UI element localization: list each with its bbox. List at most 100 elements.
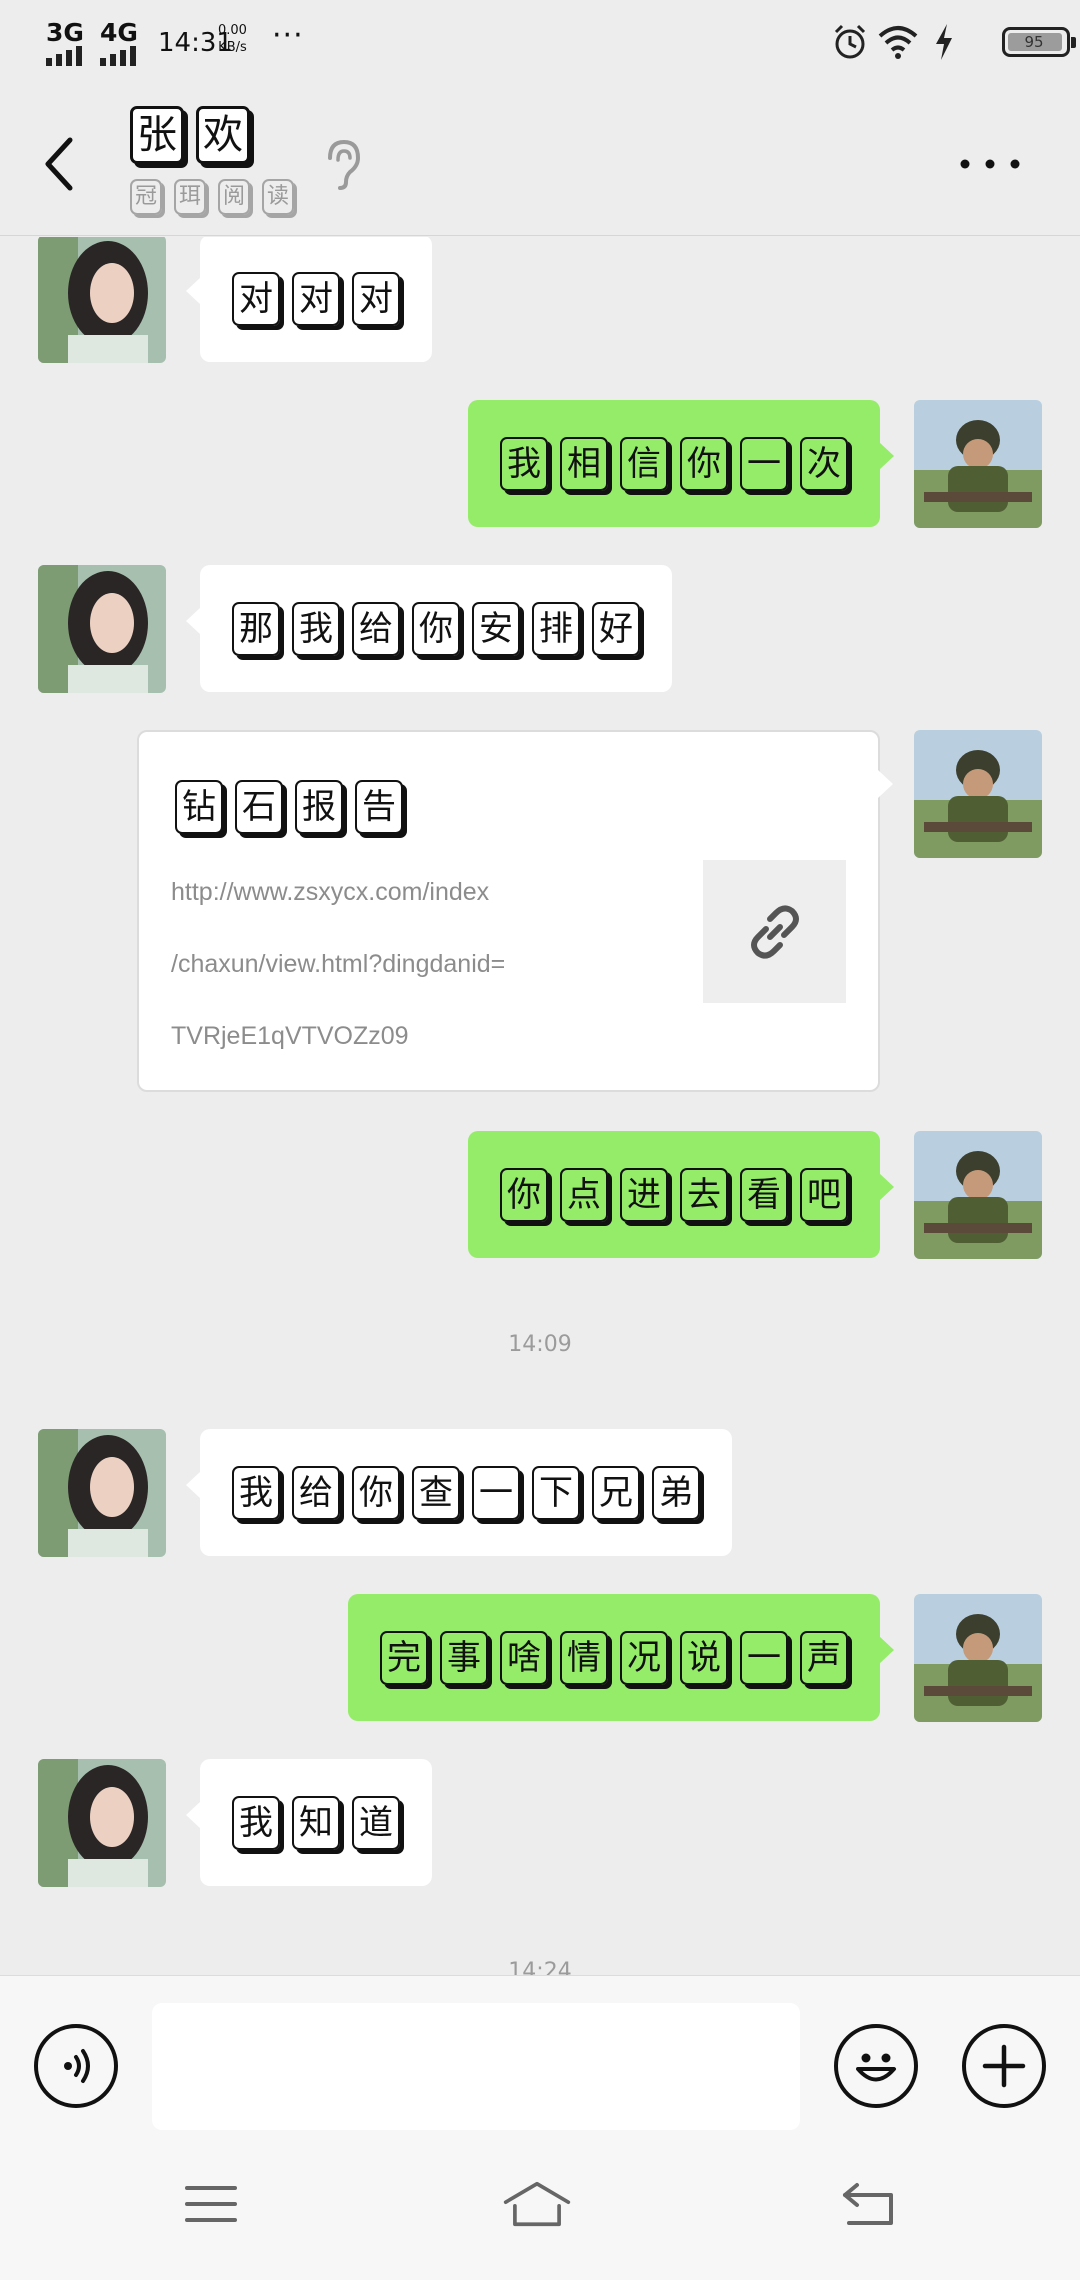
home-button[interactable] [502, 2174, 572, 2234]
input-bar [0, 1975, 1080, 2130]
back-nav-button[interactable] [834, 2174, 904, 2234]
text-tile: 弟 [652, 1465, 700, 1520]
text-tile: 次 [800, 436, 848, 491]
alarm-icon [834, 24, 866, 59]
chat-header: 张欢 冠珥阅读 [0, 84, 1080, 236]
contact-avatar[interactable] [38, 237, 166, 363]
status-bar: 3G 4G 14:31 0.00 KB/s ··· 95 [0, 0, 1080, 84]
voice-icon [64, 2049, 90, 2083]
incoming-message[interactable]: 我知道 [186, 1759, 432, 1886]
text-tile: 查 [412, 1465, 460, 1520]
text-tile: 欢 [196, 106, 250, 164]
text-tile: 那 [232, 601, 280, 656]
outgoing-message[interactable]: 我相信你一次 [468, 400, 894, 527]
message-text: 我相信你一次 [500, 436, 854, 491]
emoji-icon [856, 2053, 896, 2082]
text-tile: 阅 [218, 179, 250, 215]
link-url-line-1: http://www.zsxycx.com/index [171, 878, 490, 906]
network-4g-label: 4G [100, 18, 138, 47]
network-speed-value: 0.00 [218, 23, 247, 38]
network-3g-label: 3G [46, 18, 84, 47]
contact-avatar[interactable] [38, 1759, 166, 1887]
link-card[interactable]: 钻石报告 http://www.zsxycx.com/index /chaxun… [137, 730, 893, 1092]
text-tile: 况 [620, 1630, 668, 1685]
contact-name[interactable]: 张欢 [130, 106, 256, 164]
message-text: 我知道 [232, 1795, 406, 1850]
plus-button[interactable] [962, 2024, 1046, 2108]
message-text: 你点进去看吧 [500, 1167, 854, 1222]
incoming-message[interactable]: 对对对 [186, 237, 432, 362]
text-tile: 我 [292, 601, 340, 656]
text-tile: 你 [500, 1167, 548, 1222]
outgoing-message[interactable]: 你点进去看吧 [468, 1131, 894, 1258]
text-tile: 兄 [592, 1465, 640, 1520]
text-tile: 知 [292, 1795, 340, 1850]
text-tile: 情 [560, 1630, 608, 1685]
text-tile: 冠 [130, 179, 162, 215]
text-tile: 声 [800, 1630, 848, 1685]
text-tile: 吧 [800, 1167, 848, 1222]
message-text: 完事啥情况说一声 [380, 1630, 854, 1685]
text-tile: 你 [680, 436, 728, 491]
navigation-bar [0, 2130, 1080, 2280]
incoming-message[interactable]: 那我给你安排好 [186, 565, 672, 692]
text-tile: 珥 [174, 179, 206, 215]
text-tile: 石 [235, 780, 283, 834]
text-tile: 下 [532, 1465, 580, 1520]
chat-screen: 3G 4G 14:31 0.00 KB/s ··· 95 张 欢 冠 珥 阅 读… [0, 0, 1080, 2280]
outgoing-message[interactable]: 完事啥情况说一声 [348, 1594, 894, 1721]
text-tile: 进 [620, 1167, 668, 1222]
battery-indicator: 95 [1002, 27, 1076, 57]
contact-avatar[interactable] [38, 1429, 166, 1557]
text-tile: 我 [232, 1795, 280, 1850]
my-avatar[interactable] [914, 1131, 1042, 1259]
voice-button[interactable] [34, 2024, 118, 2108]
plus-icon [982, 2044, 1026, 2088]
text-tile: 一 [740, 436, 788, 491]
text-tile: 好 [592, 601, 640, 656]
text-tile: 读 [262, 179, 294, 215]
message-input[interactable] [152, 2003, 800, 2130]
signal-bars-2 [100, 46, 136, 66]
text-tile: 排 [532, 601, 580, 656]
text-tile: 道 [352, 1795, 400, 1850]
my-avatar[interactable] [914, 1594, 1042, 1722]
link-url-line-3: TVRjeE1qVTVOZz09 [171, 1022, 409, 1050]
text-tile: 事 [440, 1630, 488, 1685]
network-speed-unit: KB/s [218, 40, 247, 55]
text-tile: 点 [560, 1167, 608, 1222]
contact-avatar[interactable] [38, 565, 166, 693]
emoji-button[interactable] [834, 2024, 918, 2108]
text-tile: 完 [380, 1630, 428, 1685]
my-avatar[interactable] [914, 400, 1042, 528]
menu-icon [185, 2186, 237, 2222]
more-icon[interactable] [955, 144, 1025, 184]
incoming-message[interactable]: 我给你查一下兄弟 [186, 1429, 732, 1556]
text-tile: 对 [352, 271, 400, 326]
wifi-icon [878, 26, 918, 59]
link-url-line-2: /chaxun/view.html?dingdanid= [171, 950, 506, 978]
message-text: 那我给你安排好 [232, 601, 646, 656]
my-avatar[interactable] [914, 730, 1042, 858]
text-tile: 我 [232, 1465, 280, 1520]
menu-button[interactable] [176, 2174, 246, 2234]
message-text: 对对对 [232, 271, 406, 326]
contact-remark: 冠珥阅读 [130, 179, 300, 215]
ear-icon [328, 139, 361, 190]
text-tile: 看 [740, 1167, 788, 1222]
link-title: 钻石报告 [175, 780, 409, 834]
home-icon [503, 2181, 571, 2227]
back-button[interactable] [30, 124, 90, 204]
text-tile: 告 [355, 780, 403, 834]
charging-icon [936, 24, 952, 60]
text-tile: 我 [500, 436, 548, 491]
text-tile: 对 [232, 271, 280, 326]
link-thumbnail [703, 860, 846, 1003]
text-tile: 张 [130, 106, 184, 164]
battery-level: 95 [1024, 33, 1044, 51]
text-tile: 你 [352, 1465, 400, 1520]
back-icon [843, 2183, 893, 2225]
network-speed: 0.00 KB/s [218, 22, 247, 56]
text-tile: 一 [472, 1465, 520, 1520]
message-list[interactable]: 对对对 我相信你一次 那 我 给 你 安 排 好 钻 石 报 告 http://… [0, 237, 1080, 1975]
